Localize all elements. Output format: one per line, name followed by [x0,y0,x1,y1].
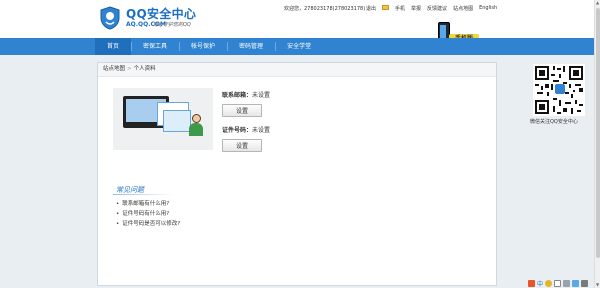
mobile-link[interactable]: 手机 [395,5,405,12]
faq-item[interactable]: 证件号码有什么用? [116,209,180,219]
id-status: 证件号码：未设置 [222,125,270,134]
scroll-thumb[interactable] [596,8,600,258]
nav-password-management[interactable]: 密码管理 [227,38,275,55]
nav-account-protection[interactable]: 帐号保护 [179,38,227,55]
logout-link[interactable]: 退出 [366,5,376,12]
id-set-button[interactable]: 设置 [222,139,262,152]
mail-icon[interactable] [382,5,390,10]
faq-item[interactable]: 联系邮箱有什么用? [116,199,180,209]
scroll-down-icon[interactable]: ▼ [595,282,600,288]
english-link[interactable]: English [479,5,497,12]
qr-caption: 微信关注QQ安全中心 [530,119,578,125]
main-panel: 站点地图>个人资料 联系邮箱：未设置 设置 证件号码：未设置 设置 常见问题 联… [97,62,497,286]
shield-logo-icon[interactable] [100,6,120,30]
header: QQ安全中心 AQ.QQ.COM 用心守护您的QQ 欢迎您，278023178(… [0,0,600,48]
email-label: 联系邮箱： [222,92,253,99]
scroll-up-icon[interactable]: ▲ [595,0,600,6]
profile-illustration [113,88,213,150]
input-tray: 中 [528,278,589,288]
nav-security-school[interactable]: 安全学堂 [275,38,323,55]
nav-security-tools[interactable]: 密保工具 [131,38,179,55]
email-set-button[interactable]: 设置 [222,104,262,117]
id-value: 未设置 [252,127,271,134]
report-link[interactable]: 举报 [411,5,421,12]
top-links: 退出 手机 举报 反馈建议 站点地图 English [366,5,497,12]
breadcrumb-current: 个人资料 [133,66,156,72]
welcome-text: 欢迎您，278023178(278023178) [284,6,366,12]
faq-list: 联系邮箱有什么用? 证件号码有什么用? 证件号码是否可以修改? [116,199,180,229]
email-status: 联系邮箱：未设置 [222,90,270,99]
skin-icon[interactable] [572,279,580,287]
nav-home[interactable]: 首页 [95,38,132,55]
punctuation-icon[interactable] [554,279,562,287]
qr-code-icon [533,64,585,116]
person-icon [189,114,203,136]
scrollbar[interactable]: ▲ ▼ [594,0,600,288]
main-nav: 首页 密保工具 帐号保护 密码管理 安全学堂 [0,38,600,55]
ime-logo-icon[interactable] [528,279,535,287]
faq-item[interactable]: 证件号码是否可以修改? [116,219,180,229]
settings-icon[interactable] [581,279,589,287]
logo-title[interactable]: QQ安全中心 [126,5,196,22]
breadcrumb: 站点地图 > 个人资料 [98,63,496,77]
keyboard-icon[interactable] [563,279,571,287]
ime-mode[interactable]: 中 [537,279,543,288]
moon-icon[interactable] [545,279,553,287]
breadcrumb-separator: > [127,66,132,72]
feedback-link[interactable]: 反馈建议 [427,5,447,12]
email-value: 未设置 [252,92,271,99]
id-card-icon [163,110,191,132]
id-label: 证件号码： [222,127,253,134]
logo-slogan: 用心守护您的QQ [153,22,191,28]
breadcrumb-root[interactable]: 站点地图 [98,66,125,72]
faq-divider [113,194,173,195]
sitemap-link[interactable]: 站点地图 [453,5,473,12]
